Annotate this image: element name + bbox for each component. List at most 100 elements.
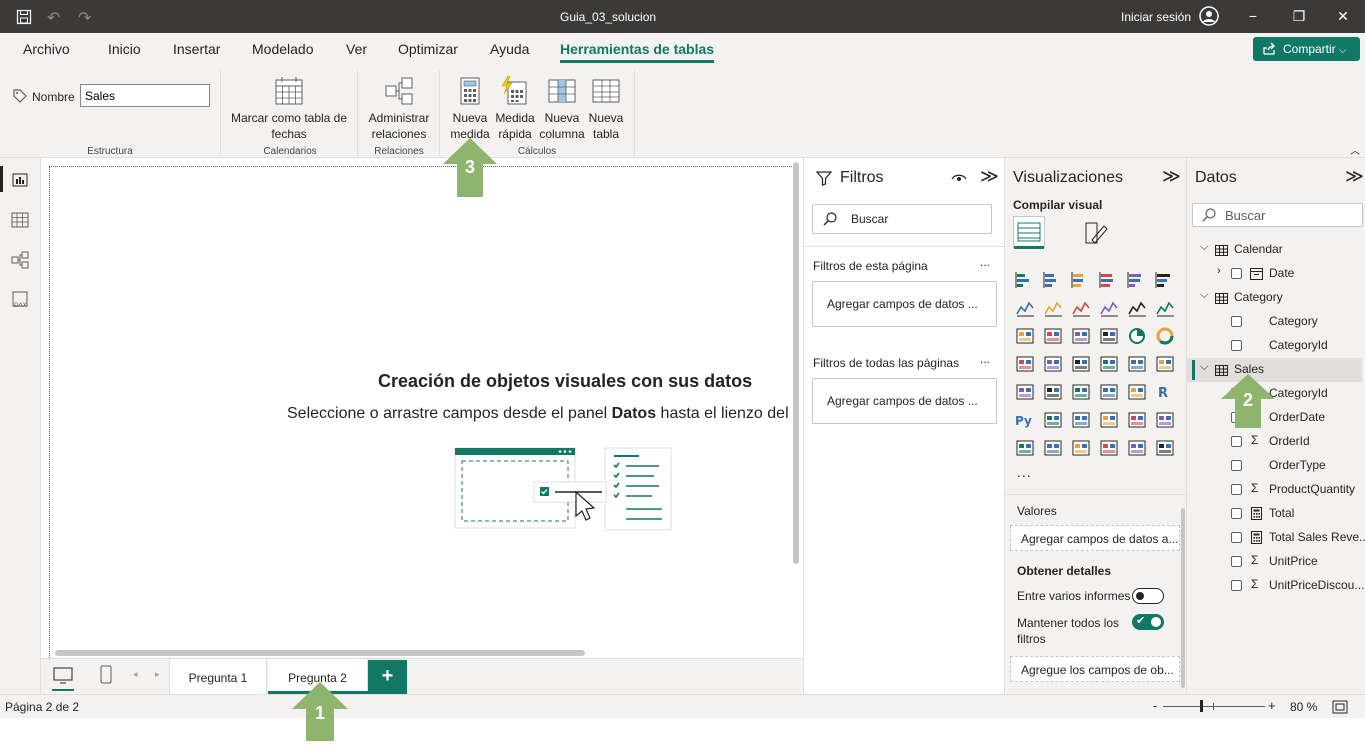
zoom-in-button[interactable]: + — [1268, 698, 1276, 713]
tab-ver[interactable]: Ver — [346, 41, 367, 57]
field-checkbox[interactable] — [1231, 460, 1242, 471]
qa-icon[interactable] — [1099, 410, 1119, 430]
this-page-filter-well[interactable]: Agregar campos de datos ... — [812, 281, 997, 327]
collapse-filters-icon[interactable]: ≫ — [980, 166, 999, 187]
tab-modelado[interactable]: Modelado — [252, 41, 314, 57]
tab-inicio[interactable]: Inicio — [108, 41, 141, 57]
desktop-layout-icon[interactable] — [52, 666, 74, 686]
treemap-icon[interactable] — [1015, 354, 1035, 374]
user-avatar-icon[interactable] — [1199, 6, 1219, 26]
field-item[interactable]: Total Sales Reve... — [1187, 526, 1365, 550]
arcgis-icon[interactable] — [1099, 438, 1119, 458]
paginated-report-icon[interactable] — [1015, 438, 1035, 458]
all-pages-filter-well[interactable]: Agregar campos de datos ... — [812, 378, 997, 424]
field-checkbox[interactable] — [1231, 316, 1242, 327]
100-area-icon[interactable] — [1099, 298, 1119, 318]
manage-relationships-button[interactable]: Administrar relaciones — [364, 76, 434, 142]
clustered-column-icon[interactable] — [1099, 270, 1119, 290]
field-item[interactable]: › Date — [1187, 262, 1362, 286]
field-checkbox[interactable] — [1231, 508, 1242, 519]
new-card-icon[interactable] — [1043, 438, 1063, 458]
funnel-icon[interactable] — [1071, 326, 1091, 346]
table-view-icon[interactable] — [10, 210, 30, 230]
redo-icon[interactable]: ↷ — [78, 8, 91, 28]
field-item[interactable]: Σ UnitPrice — [1187, 550, 1362, 574]
prev-page-icon[interactable]: ◂ — [133, 669, 138, 680]
power-automate-icon[interactable] — [1155, 438, 1175, 458]
save-icon[interactable] — [16, 9, 32, 25]
stacked-area-icon[interactable] — [1071, 298, 1091, 318]
tab-herramientas-tablas[interactable]: Herramientas de tablas — [560, 41, 715, 63]
collapse-data-icon[interactable]: ≫ — [1345, 166, 1364, 187]
canvas-horizontal-scrollbar[interactable] — [55, 650, 585, 656]
tab-optimizar[interactable]: Optimizar — [398, 41, 458, 57]
share-button[interactable]: Compartir ⌵ — [1253, 37, 1360, 61]
maximize-button[interactable]: ❐ — [1276, 0, 1322, 33]
field-checkbox[interactable] — [1231, 532, 1242, 543]
add-page-button[interactable]: + — [368, 660, 407, 694]
tab-insertar[interactable]: Insertar — [173, 41, 220, 57]
field-item[interactable]: Total — [1187, 502, 1362, 526]
table-node[interactable]: ⌵ Category — [1187, 286, 1362, 310]
area-chart-icon[interactable] — [1043, 298, 1063, 318]
drill-through-well[interactable]: Agregue los campos de ob... — [1010, 656, 1180, 682]
ribbon-chart-icon[interactable] — [1015, 326, 1035, 346]
close-button[interactable]: ✕ — [1320, 0, 1365, 33]
collapse-viz-icon[interactable]: ≫ — [1162, 166, 1181, 187]
values-well[interactable]: Agregar campos de datos a... — [1010, 525, 1180, 551]
azure-map-icon[interactable] — [1099, 354, 1119, 374]
quick-measure-button[interactable]: Medida rápida — [492, 76, 538, 142]
field-item[interactable]: OrderType — [1187, 454, 1362, 478]
new-slicer-icon[interactable] — [1071, 438, 1091, 458]
field-item[interactable]: Category — [1187, 310, 1362, 334]
trophy-icon[interactable] — [1155, 410, 1175, 430]
100-bar-icon[interactable] — [1127, 270, 1147, 290]
model-view-icon[interactable] — [10, 250, 30, 270]
multirow-card-icon[interactable] — [1015, 382, 1035, 402]
page-tab-1[interactable]: Pregunta 1 — [169, 659, 267, 694]
undo-icon[interactable]: ↶ — [47, 8, 60, 28]
field-item[interactable]: Σ UnitPriceDiscou... — [1187, 574, 1364, 598]
report-view-icon[interactable] — [10, 170, 30, 190]
field-checkbox[interactable] — [1231, 484, 1242, 495]
new-table-button[interactable]: Nueva tabla — [586, 76, 626, 142]
line-chart-icon[interactable] — [1015, 298, 1035, 318]
powerapps-icon[interactable] — [1127, 438, 1147, 458]
field-checkbox[interactable] — [1231, 580, 1242, 591]
zoom-slider-thumb[interactable] — [1200, 700, 1203, 712]
slicer-icon[interactable] — [1071, 382, 1091, 402]
kpi-icon[interactable] — [1043, 382, 1063, 402]
pie-icon[interactable] — [1127, 326, 1147, 346]
mobile-layout-icon[interactable] — [99, 665, 113, 685]
field-item[interactable]: Σ ProductQuantity — [1187, 478, 1362, 502]
more-visuals-icon[interactable]: ... — [1017, 464, 1032, 480]
new-measure-button[interactable]: Nueva medida — [448, 76, 492, 142]
key-influencers-icon[interactable] — [1043, 410, 1063, 430]
matrix-icon[interactable] — [1127, 382, 1147, 402]
narrative-icon[interactable] — [1127, 410, 1147, 430]
next-page-icon[interactable]: ▸ — [155, 669, 160, 680]
field-item[interactable]: Σ OrderId — [1187, 430, 1362, 454]
field-checkbox[interactable] — [1231, 268, 1242, 279]
this-page-more-icon[interactable]: ... — [980, 255, 990, 269]
tab-archivo[interactable]: Archivo — [23, 41, 70, 57]
zoom-out-button[interactable]: - — [1153, 698, 1157, 713]
chevron-down-icon[interactable]: ⌵ — [1200, 241, 1208, 254]
zoom-slider-track[interactable] — [1163, 706, 1265, 707]
field-checkbox[interactable] — [1231, 556, 1242, 567]
signin-link[interactable]: Iniciar sesión — [1121, 10, 1191, 24]
all-pages-more-icon[interactable]: ... — [980, 352, 990, 366]
clustered-bar-icon[interactable] — [1071, 270, 1091, 290]
chevron-down-icon[interactable]: ⌵ — [1200, 289, 1208, 302]
fit-to-page-icon[interactable] — [1332, 700, 1348, 714]
field-item[interactable]: CategoryId — [1187, 334, 1362, 358]
tab-ayuda[interactable]: Ayuda — [490, 41, 529, 57]
100-column-icon[interactable] — [1155, 270, 1175, 290]
decomposition-tree-icon[interactable] — [1071, 410, 1091, 430]
line-clustered-icon[interactable] — [1155, 298, 1175, 318]
filters-search-input[interactable]: Buscar — [812, 204, 992, 234]
python-visual-icon[interactable]: Py — [1015, 410, 1035, 430]
field-checkbox[interactable] — [1231, 436, 1242, 447]
map-icon[interactable] — [1043, 354, 1063, 374]
waterfall-icon[interactable] — [1043, 326, 1063, 346]
